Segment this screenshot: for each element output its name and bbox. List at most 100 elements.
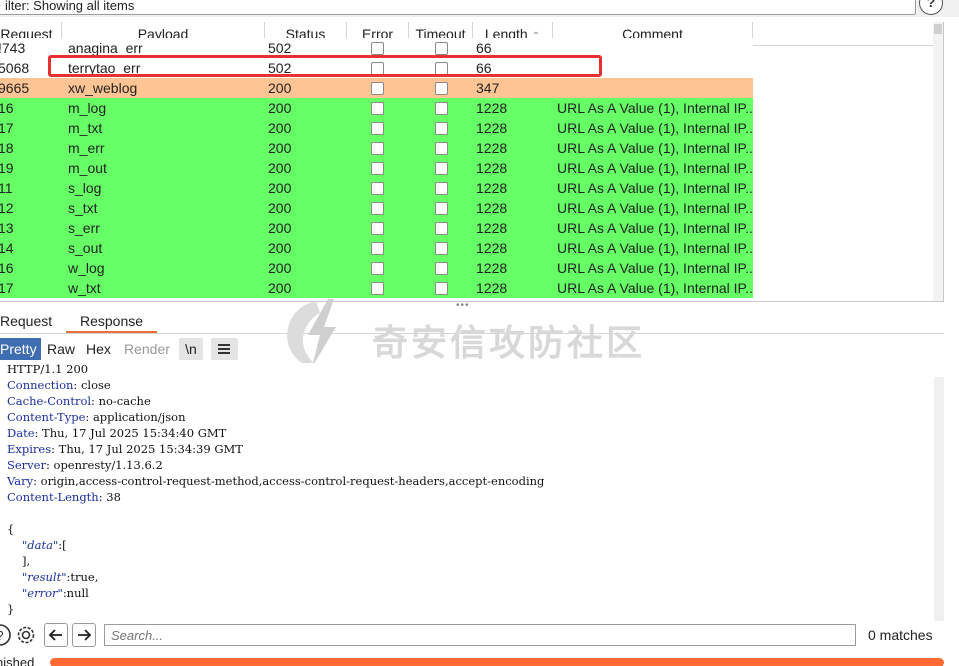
filter-input[interactable]: ilter: Showing all items [0, 0, 916, 15]
next-match-button[interactable] [72, 623, 96, 647]
timeout-checkbox[interactable] [435, 202, 448, 215]
table-row[interactable]: 12 s_txt 200 1228 URL As A Value (1), Intern… [0, 198, 753, 218]
header-name: Vary [7, 474, 34, 488]
timeout-checkbox[interactable] [435, 222, 448, 235]
header-name: Cache-Control [7, 394, 92, 408]
cell-request: 16 [0, 260, 14, 276]
cell-payload: m_log [68, 100, 107, 116]
header-value: openresty/1.13.6.2 [53, 458, 163, 472]
timeout-checkbox[interactable] [435, 102, 448, 115]
cell-payload: s_err [68, 220, 100, 236]
timeout-checkbox[interactable] [435, 242, 448, 255]
filter-bar: ilter: Showing all items ? [0, 0, 959, 17]
options-menu-button[interactable] [211, 338, 238, 360]
previous-match-button[interactable] [44, 623, 68, 647]
error-checkbox[interactable] [371, 162, 384, 175]
tab-request[interactable]: Request [0, 311, 52, 333]
table-row[interactable]: 13 s_err 200 1228 URL As A Value (1), Intern… [0, 218, 753, 238]
cell-request: 16 [0, 100, 14, 116]
error-checkbox[interactable] [371, 262, 384, 275]
header-value: close [80, 378, 111, 392]
timeout-checkbox[interactable] [435, 42, 448, 55]
table-row[interactable]: 19 m_out 200 1228 URL As A Value (1), Intern… [0, 158, 753, 178]
error-checkbox[interactable] [371, 142, 384, 155]
timeout-checkbox[interactable] [435, 122, 448, 135]
newline-toggle-button[interactable]: \n [179, 338, 203, 360]
error-checkbox[interactable] [371, 202, 384, 215]
header-line: Date: Thu, 17 Jul 2025 15:34:40 GMT [7, 426, 227, 440]
gear-icon[interactable] [14, 623, 38, 647]
help-icon[interactable]: ? [919, 0, 943, 15]
cell-payload: s_txt [68, 200, 98, 216]
scrollbar-thumb[interactable] [934, 24, 942, 34]
timeout-checkbox[interactable] [435, 162, 448, 175]
json-line-result: "result":true, [22, 570, 99, 584]
view-pretty-button[interactable]: Pretty [0, 338, 41, 360]
timeout-checkbox[interactable] [435, 82, 448, 95]
table-scrollbar[interactable] [933, 22, 943, 301]
header-value: Thu, 17 Jul 2025 15:34:40 GMT [42, 426, 227, 440]
cell-payload: w_txt [68, 280, 101, 296]
editor-scrollbar[interactable] [934, 377, 944, 621]
table-row[interactable]: 11 s_log 200 1228 URL As A Value (1), Intern… [0, 178, 753, 198]
json-close-brace: } [7, 602, 15, 616]
header-line: Vary: origin,access-control-request-meth… [7, 474, 545, 488]
view-hex-button[interactable]: Hex [82, 338, 115, 360]
status-bar: nished [0, 651, 959, 666]
timeout-checkbox[interactable] [435, 142, 448, 155]
header-name: Content-Length [7, 490, 99, 504]
cell-length: 1228 [476, 240, 508, 256]
response-editor[interactable]: HTTP/1.1 200 Connection: close Cache-Cont… [0, 363, 944, 621]
cell-comment: URL As A Value (1), Internal IP... [557, 140, 753, 156]
progress-bar [50, 658, 944, 666]
cell-comment: URL As A Value (1), Internal IP... [557, 260, 753, 276]
message-tabs: Request Response [0, 308, 944, 334]
view-render-button[interactable]: Render [120, 338, 174, 360]
error-checkbox[interactable] [371, 82, 384, 95]
error-checkbox[interactable] [371, 222, 384, 235]
timeout-checkbox[interactable] [435, 282, 448, 295]
cell-request: 11 [0, 180, 13, 196]
header-line: Connection: close [7, 378, 111, 392]
tab-response[interactable]: Response [66, 311, 158, 333]
table-row[interactable]: 17 m_txt 200 1228 URL As A Value (1), Intern… [0, 118, 753, 138]
status-text: nished [0, 655, 35, 666]
error-checkbox[interactable] [371, 242, 384, 255]
error-checkbox[interactable] [371, 182, 384, 195]
help-circle-icon[interactable]: ? [0, 623, 12, 647]
header-name: Expires [7, 442, 52, 456]
cell-status: 200 [268, 80, 292, 96]
cell-comment: URL As A Value (1), Internal IP... [557, 220, 753, 236]
table-row[interactable]: 17 w_txt 200 1228 URL As A Value (1), Intern… [0, 278, 753, 298]
error-checkbox[interactable] [371, 122, 384, 135]
error-checkbox[interactable] [371, 42, 384, 55]
cell-request: 17 [0, 280, 14, 296]
cell-comment: URL As A Value (1), Internal IP... [557, 160, 753, 176]
table-row[interactable]: 18 m_err 200 1228 URL As A Value (1), Intern… [0, 138, 753, 158]
cell-comment: URL As A Value (1), Internal IP... [557, 200, 753, 216]
cell-length: 1228 [476, 280, 508, 296]
view-raw-button[interactable]: Raw [43, 338, 79, 360]
cell-length: 1228 [476, 120, 508, 136]
timeout-checkbox[interactable] [435, 262, 448, 275]
header-line: Cache-Control: no-cache [7, 394, 151, 408]
search-input[interactable] [104, 624, 856, 646]
json-line-error: "error":null [22, 586, 89, 600]
cell-comment [557, 78, 753, 98]
json-line-data-close: ], [22, 554, 31, 568]
cell-status: 200 [268, 180, 292, 196]
error-checkbox[interactable] [371, 282, 384, 295]
cell-payload: s_out [68, 240, 103, 256]
table-row[interactable]: 14 s_out 200 1228 URL As A Value (1), Intern… [0, 238, 753, 258]
header-line: Server: openresty/1.13.6.2 [7, 458, 163, 472]
cell-comment: URL As A Value (1), Internal IP... [557, 280, 753, 296]
cell-payload: w_log [68, 260, 105, 276]
error-checkbox[interactable] [371, 102, 384, 115]
header-value: Thu, 17 Jul 2025 15:34:39 GMT [58, 442, 243, 456]
search-bar: ? 0 matches [0, 621, 959, 649]
table-row[interactable]: 9665 xw_weblog 200 347 [0, 78, 753, 98]
table-row[interactable]: 16 w_log 200 1228 URL As A Value (1), Intern… [0, 258, 753, 278]
timeout-checkbox[interactable] [435, 182, 448, 195]
menu-icon [218, 344, 230, 354]
table-row[interactable]: 16 m_log 200 1228 URL As A Value (1), Intern… [0, 98, 753, 118]
